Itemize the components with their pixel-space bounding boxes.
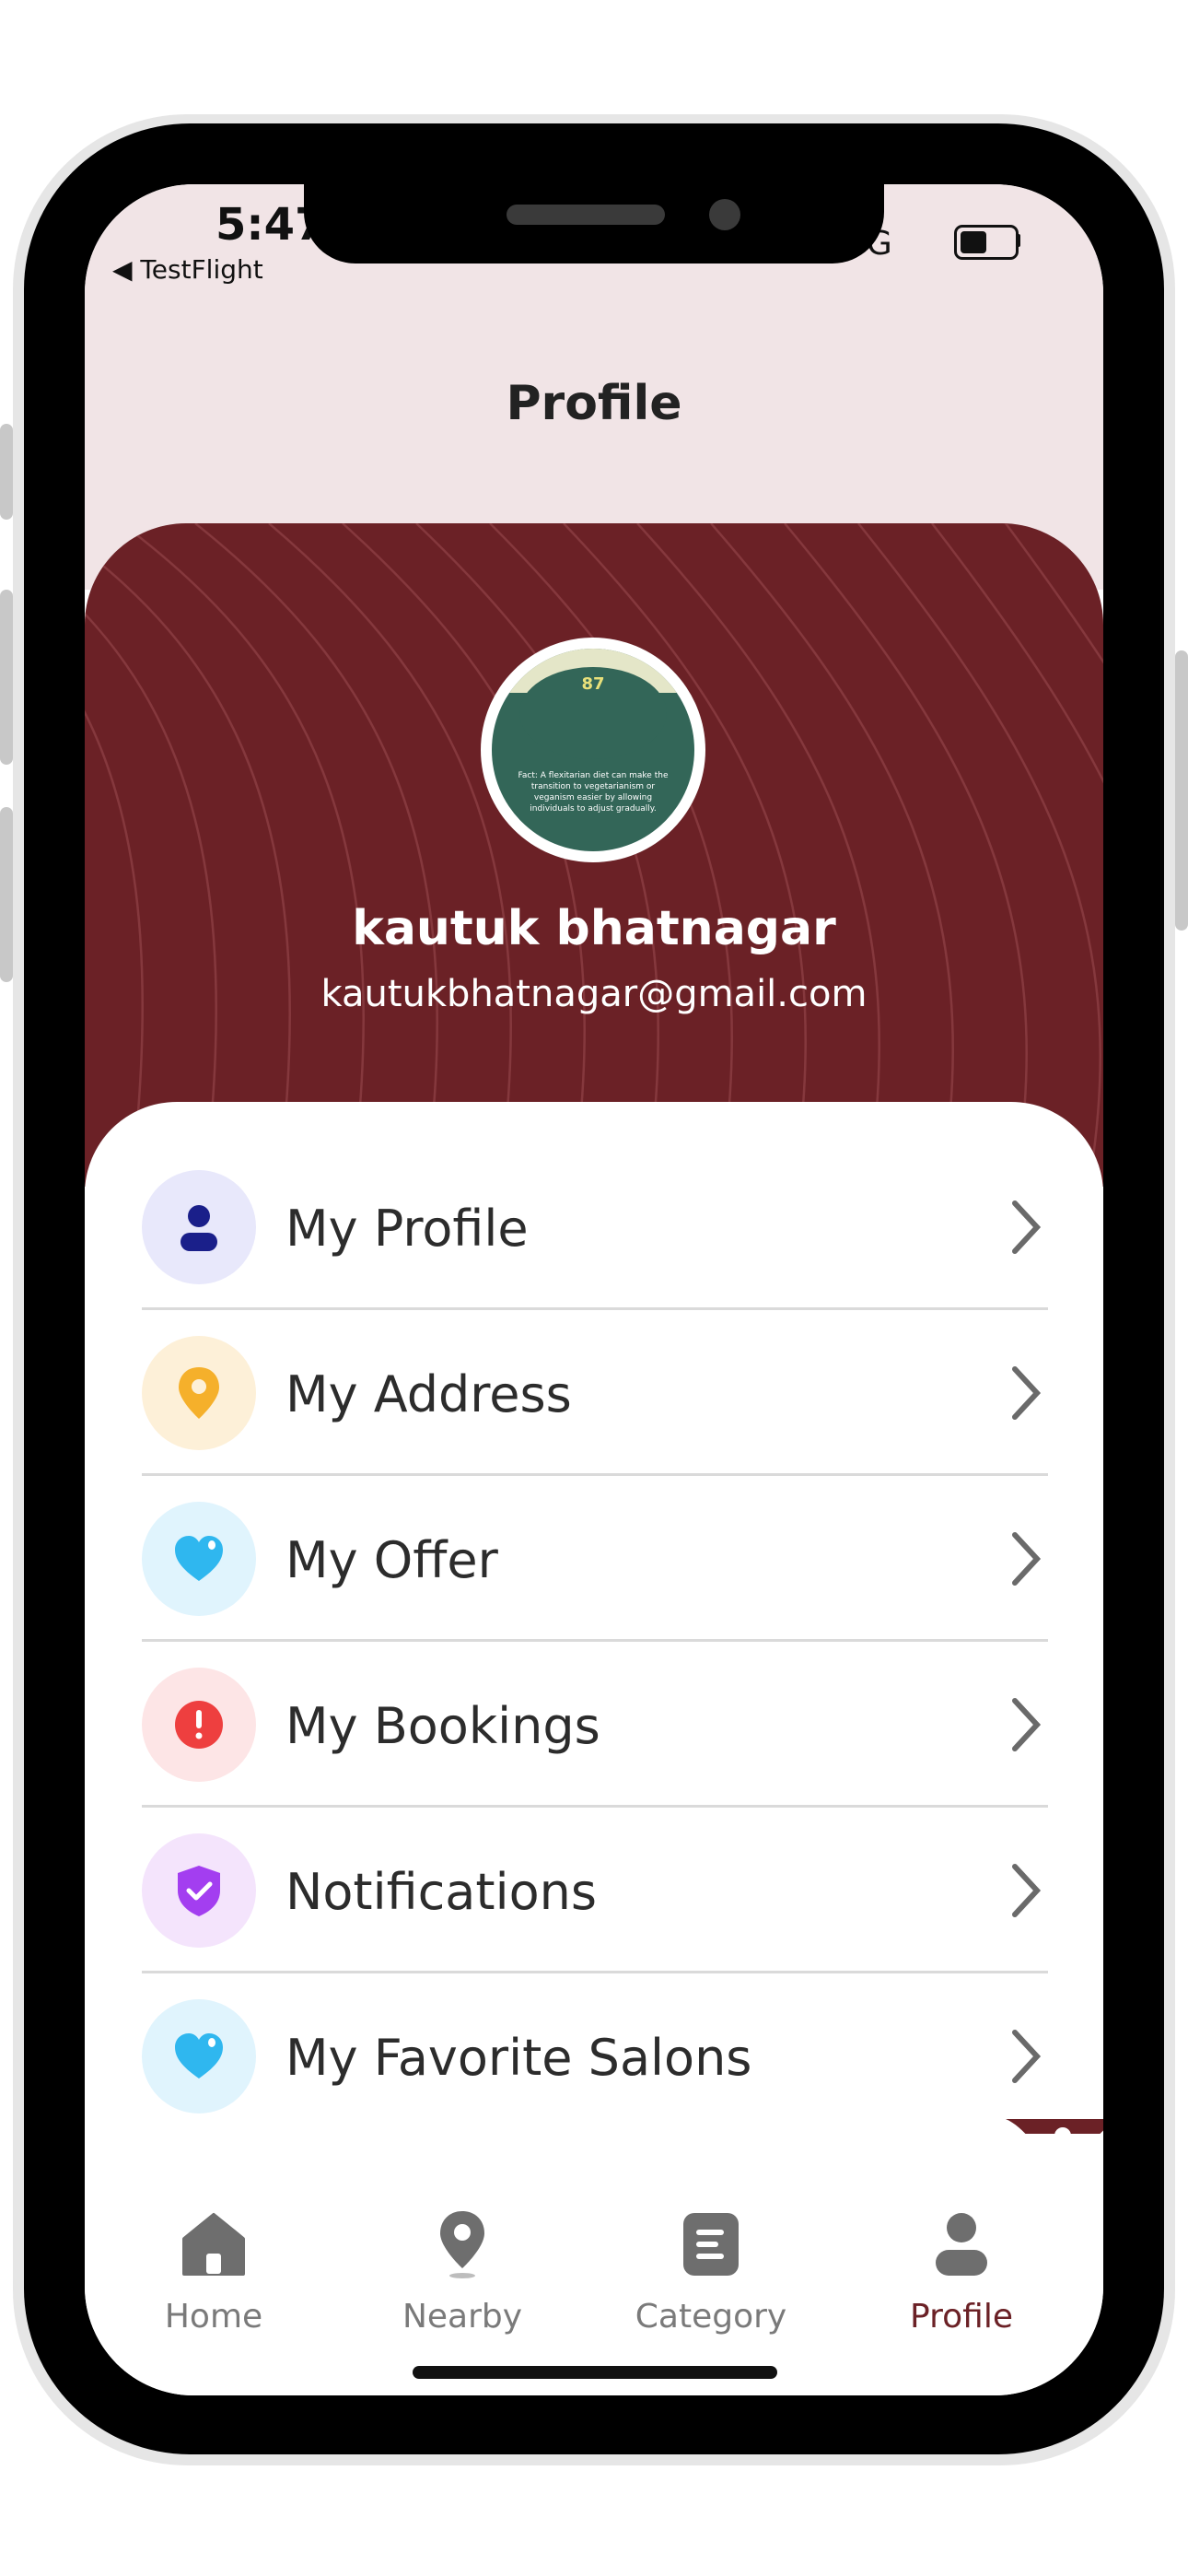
menu-item-label: My Address	[285, 1365, 572, 1423]
heart-icon	[142, 1999, 256, 2113]
menu-item-notifications[interactable]: Notifications	[142, 1808, 1048, 1973]
nav-label-home: Home	[164, 2298, 263, 2336]
person-icon	[142, 1170, 256, 1284]
nav-label-nearby: Nearby	[402, 2298, 523, 2336]
nav-profile[interactable]: Profile	[860, 2207, 1063, 2336]
document-icon	[683, 2213, 739, 2276]
avatar-number: 87	[581, 674, 605, 694]
menu-item-label: My Bookings	[285, 1697, 600, 1755]
alert-icon	[142, 1668, 256, 1782]
avatar[interactable]: 87 Fact: A flexitarian diet can make the…	[481, 638, 705, 862]
avatar-image: 87 Fact: A flexitarian diet can make the…	[492, 649, 694, 851]
nav-label-category: Category	[635, 2298, 787, 2336]
menu-item-label: Notifications	[285, 1863, 597, 1921]
battery-tip	[1017, 234, 1020, 247]
chevron-right-icon	[1012, 1864, 1042, 1917]
chevron-right-icon	[1012, 1698, 1042, 1751]
bottom-nav: Home Nearby Category Profile	[85, 2134, 1103, 2395]
chevron-right-icon	[1012, 2030, 1042, 2083]
screen: 5:47 ◀ TestFlight 5G Profile	[85, 184, 1103, 2395]
back-to-app-link[interactable]: ◀ TestFlight	[112, 254, 263, 285]
camera	[709, 199, 740, 230]
location-pin-icon	[142, 1336, 256, 1450]
menu-item-label: My Offer	[285, 1531, 498, 1589]
chevron-right-icon	[1012, 1532, 1042, 1586]
user-email: kautukbhatnagar@gmail.com	[320, 973, 868, 1015]
speaker	[507, 205, 665, 225]
chevron-right-icon	[1012, 1200, 1042, 1254]
menu-item-label: My Profile	[285, 1200, 529, 1258]
heart-icon	[142, 1502, 256, 1616]
profile-icon	[936, 2213, 987, 2276]
home-indicator[interactable]	[413, 2366, 777, 2379]
menu-list: My Profile My Address My Offer My Bookin…	[85, 1102, 1103, 2134]
battery-icon	[954, 225, 1019, 260]
menu-item-my-offer[interactable]: My Offer	[142, 1476, 1048, 1642]
page-title: Profile	[506, 376, 682, 431]
avatar-fact-text: Fact: A flexitarian diet can make the tr…	[518, 771, 669, 814]
menu-item-my-favorite-salons[interactable]: My Favorite Salons	[142, 1973, 1048, 2134]
shield-check-icon	[142, 1833, 256, 1948]
chevron-right-icon	[1012, 1366, 1042, 1420]
side-button	[0, 424, 13, 520]
nav-home[interactable]: Home	[112, 2207, 315, 2336]
side-button	[1175, 650, 1188, 931]
notch	[304, 184, 884, 263]
nav-category[interactable]: Category	[610, 2207, 812, 2336]
user-name: kautuk bhatnagar	[352, 901, 836, 956]
map-pin-icon	[440, 2211, 484, 2278]
nav-nearby[interactable]: Nearby	[361, 2207, 564, 2336]
side-button	[0, 807, 13, 982]
home-icon	[182, 2213, 245, 2276]
menu-item-label: My Favorite Salons	[285, 2029, 752, 2087]
profile-hero: 87 Fact: A flexitarian diet can make the…	[85, 523, 1103, 1187]
menu-item-my-profile[interactable]: My Profile	[142, 1144, 1048, 1310]
nav-label-profile: Profile	[910, 2298, 1013, 2336]
menu-item-my-bookings[interactable]: My Bookings	[142, 1642, 1048, 1808]
menu-item-my-address[interactable]: My Address	[142, 1310, 1048, 1476]
side-button	[0, 590, 13, 765]
